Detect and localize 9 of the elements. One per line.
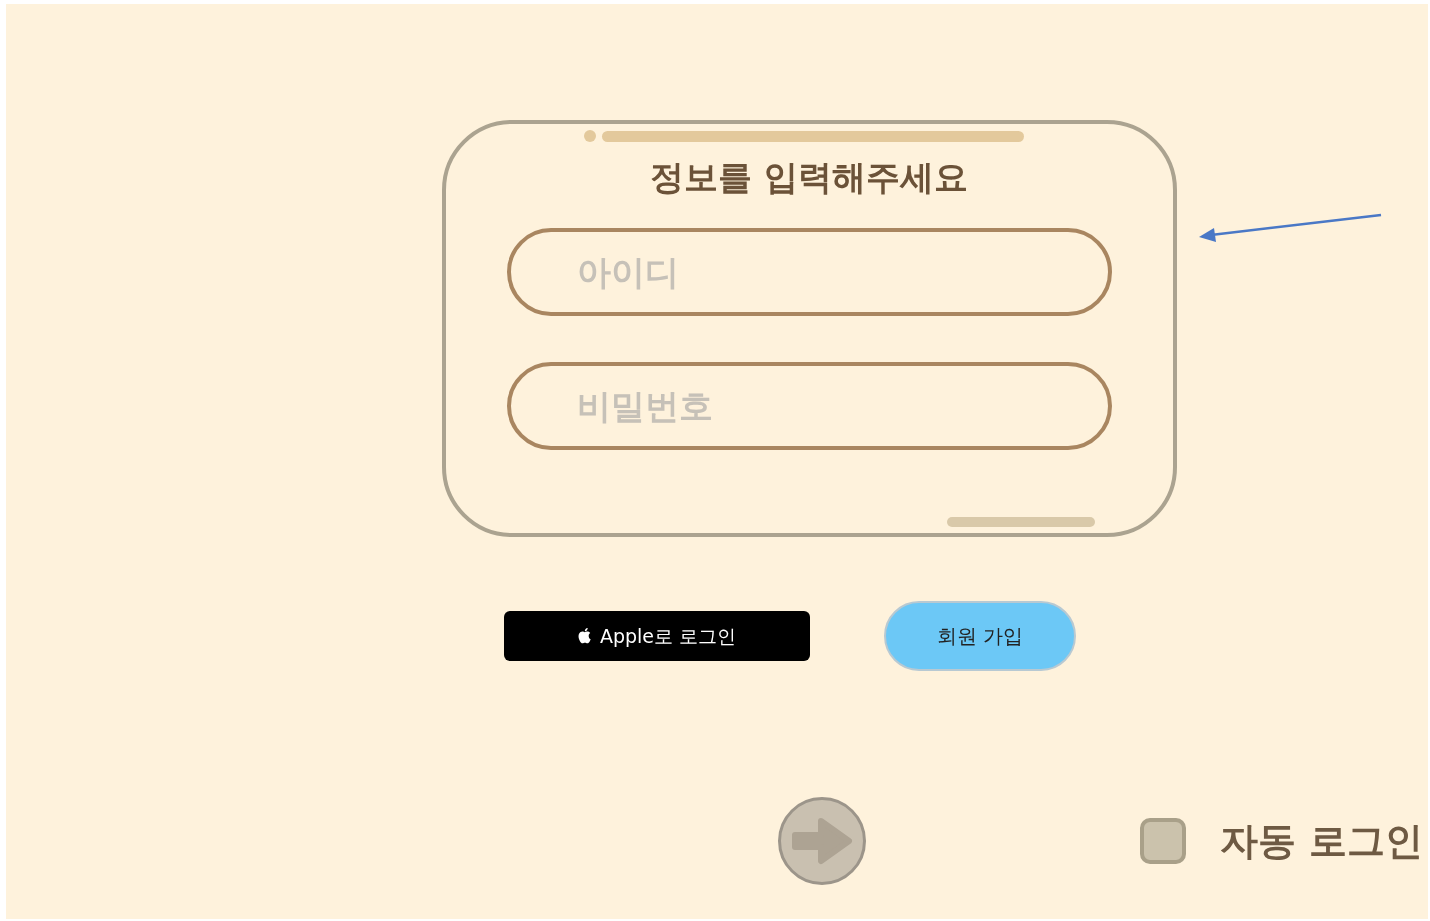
id-field[interactable]: 아이디: [506, 228, 1112, 316]
signup-button[interactable]: 회원 가입: [884, 601, 1076, 671]
arrow-icon: [791, 815, 853, 867]
apple-login-button[interactable]: Apple로 로그인: [504, 611, 810, 661]
apple-icon: [577, 628, 592, 644]
auto-login-label: 자동 로그인: [1220, 817, 1424, 865]
auto-login-checkbox[interactable]: [1140, 818, 1186, 864]
form-title: 정보를 입력해주세요: [650, 160, 968, 194]
password-field[interactable]: 비밀번호: [506, 362, 1112, 450]
